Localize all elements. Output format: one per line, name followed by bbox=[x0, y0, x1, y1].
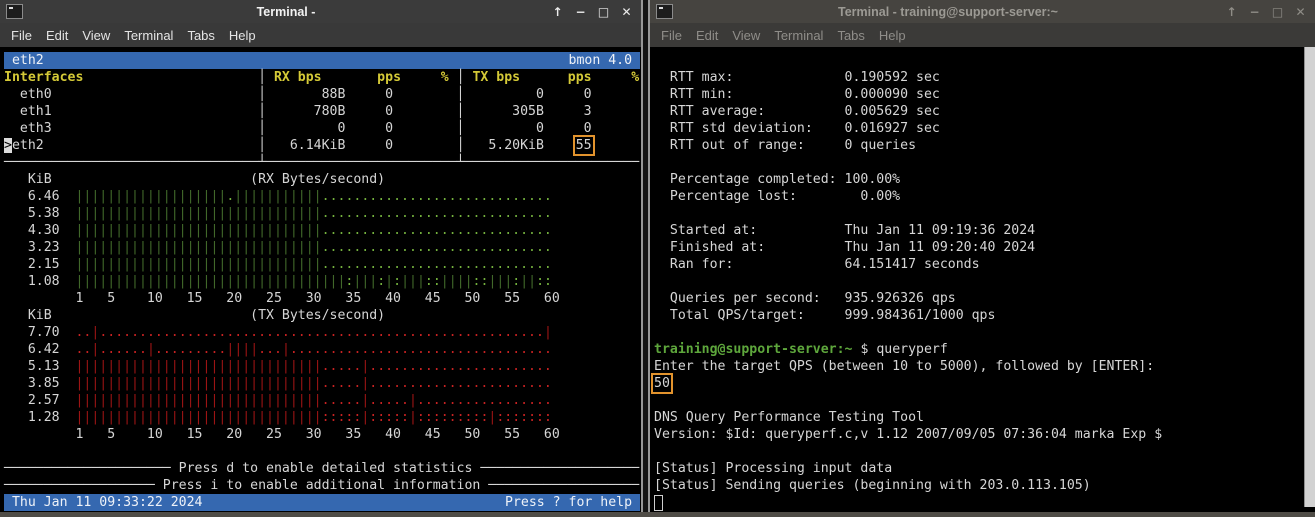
rtt-max: RTT max: 0.190592 sec bbox=[654, 69, 1315, 86]
tx-graph-title: KiB (TX Bytes/second) bbox=[4, 307, 641, 324]
started-at: Started at: Thu Jan 11 09:19:36 2024 bbox=[654, 222, 1315, 239]
blank bbox=[4, 443, 641, 460]
status-sending: [Status] Sending queries (beginning with… bbox=[654, 477, 1315, 494]
queries-per-second: Queries per second: 935.926326 qps bbox=[654, 290, 1315, 307]
bmon-title-bar: eth2bmon 4.0 bbox=[4, 52, 640, 69]
queryperf-output[interactable]: RTT max: 0.190592 sec RTT min: 0.000090 … bbox=[650, 47, 1315, 512]
menu-edit[interactable]: Edit bbox=[689, 28, 725, 43]
menu-help[interactable]: Help bbox=[222, 28, 263, 43]
terminal-icon bbox=[6, 4, 23, 19]
menu-terminal[interactable]: Terminal bbox=[117, 28, 180, 43]
menu-file[interactable]: File bbox=[4, 28, 39, 43]
right-menubar: File Edit View Terminal Tabs Help bbox=[650, 23, 1315, 47]
rx-row-6.46: 6.46 |||||||||||||||||||.|||||||||||....… bbox=[4, 188, 641, 205]
tx-row-1.28: 1.28 |||||||||||||||||||||||||||||||::::… bbox=[4, 409, 641, 426]
rx-row-4.30: 4.30 |||||||||||||||||||||||||||||||....… bbox=[4, 222, 641, 239]
rx-row-5.38: 5.38 |||||||||||||||||||||||||||||||....… bbox=[4, 205, 641, 222]
rx-row-2.15: 2.15 |||||||||||||||||||||||||||||||....… bbox=[4, 256, 641, 273]
right-terminal-window: Terminal - training@support-server:~ ↑ −… bbox=[648, 0, 1315, 512]
hint-additional-info: ─────────────────── Press i to enable ad… bbox=[4, 477, 641, 494]
blank bbox=[654, 324, 1315, 341]
finished-at: Finished at: Thu Jan 11 09:20:40 2024 bbox=[654, 239, 1315, 256]
total-qps-target: Total QPS/target: 999.984361/1000 qps bbox=[654, 307, 1315, 324]
rtt-average: RTT average: 0.005629 sec bbox=[654, 103, 1315, 120]
tx-row-7.70: 7.70 ..|................................… bbox=[4, 324, 641, 341]
window-controls: ↑ − □ ✕ bbox=[549, 5, 635, 19]
cursor-line bbox=[654, 494, 1315, 511]
window-controls: ↑ − □ ✕ bbox=[1223, 5, 1309, 19]
menu-terminal[interactable]: Terminal bbox=[767, 28, 830, 43]
close-button[interactable]: ✕ bbox=[618, 5, 635, 19]
minimize-button[interactable]: − bbox=[572, 5, 589, 19]
rtt-std-deviation: RTT std deviation: 0.016927 sec bbox=[654, 120, 1315, 137]
bmon-screen[interactable]: eth2bmon 4.0 Interfaces │ RX bps pps % │… bbox=[0, 47, 641, 512]
terminal-icon bbox=[656, 4, 673, 19]
minimize-button[interactable]: − bbox=[1246, 5, 1263, 19]
row-eth0: eth0 │ 88B 0 │ 0 0 bbox=[4, 86, 641, 103]
menu-file[interactable]: File bbox=[654, 28, 689, 43]
tool-title: DNS Query Performance Testing Tool bbox=[654, 409, 1315, 426]
tx-graph-xaxis: 1 5 10 15 20 25 30 35 40 45 50 55 60 bbox=[4, 426, 641, 443]
desktop: Terminal - ↑ − □ ✕ File Edit View Termin… bbox=[0, 0, 1315, 517]
rx-row-3.23: 3.23 |||||||||||||||||||||||||||||||....… bbox=[4, 239, 641, 256]
row-eth2-selected: >eth2 │ 6.14KiB 0 │ 5.20KiB 55 bbox=[4, 137, 641, 154]
menu-view[interactable]: View bbox=[75, 28, 117, 43]
close-button[interactable]: ✕ bbox=[1292, 5, 1309, 19]
rtt-min: RTT min: 0.000090 sec bbox=[654, 86, 1315, 103]
tx-row-3.85: 3.85 |||||||||||||||||||||||||||||||....… bbox=[4, 375, 641, 392]
menu-help[interactable]: Help bbox=[872, 28, 913, 43]
right-titlebar[interactable]: Terminal - training@support-server:~ ↑ −… bbox=[650, 0, 1315, 23]
left-terminal-window: Terminal - ↑ − □ ✕ File Edit View Termin… bbox=[0, 0, 643, 512]
scrollbar[interactable] bbox=[1304, 47, 1315, 507]
prompt-line: training@support-server:~ $ queryperf bbox=[654, 341, 1315, 358]
menu-tabs[interactable]: Tabs bbox=[180, 28, 221, 43]
shade-button[interactable]: ↑ bbox=[1223, 5, 1240, 19]
blank bbox=[654, 443, 1315, 460]
blank bbox=[654, 273, 1315, 290]
blank bbox=[654, 52, 1315, 69]
blank bbox=[654, 154, 1315, 171]
hint-detailed-stats: ───────────────────── Press d to enable … bbox=[4, 460, 641, 477]
blank bbox=[654, 205, 1315, 222]
rx-graph-title: KiB (RX Bytes/second) bbox=[4, 171, 641, 188]
window-title: Terminal - bbox=[23, 5, 549, 19]
qps-prompt: Enter the target QPS (between 10 to 5000… bbox=[654, 358, 1315, 375]
shade-button[interactable]: ↑ bbox=[549, 5, 566, 19]
window-title: Terminal - training@support-server:~ bbox=[673, 5, 1223, 19]
row-eth3: eth3 │ 0 0 │ 0 0 bbox=[4, 120, 641, 137]
menu-tabs[interactable]: Tabs bbox=[830, 28, 871, 43]
tool-version: Version: $Id: queryperf.c,v 1.12 2007/09… bbox=[654, 426, 1315, 443]
row-eth1: eth1 │ 780B 0 │ 305B 3 bbox=[4, 103, 641, 120]
percentage-lost: Percentage lost: 0.00% bbox=[654, 188, 1315, 205]
qps-input-value: 50 bbox=[654, 375, 1315, 392]
menu-view[interactable]: View bbox=[725, 28, 767, 43]
table-divider: ────────────────────────────────┴───────… bbox=[4, 154, 641, 171]
bottom-border bbox=[0, 512, 1315, 517]
tx-row-5.13: 5.13 |||||||||||||||||||||||||||||||....… bbox=[4, 358, 641, 375]
bmon-status-bar: Thu Jan 11 09:33:22 2024Press ? for help bbox=[4, 494, 640, 511]
tx-row-6.42: 6.42 ..|......|.........||||...|........… bbox=[4, 341, 641, 358]
blank bbox=[654, 392, 1315, 409]
left-titlebar[interactable]: Terminal - ↑ − □ ✕ bbox=[0, 0, 641, 23]
bmon-column-header: Interfaces │ RX bps pps % │ TX bps pps % bbox=[4, 69, 641, 86]
rx-graph-xaxis: 1 5 10 15 20 25 30 35 40 45 50 55 60 bbox=[4, 290, 641, 307]
percentage-completed: Percentage completed: 100.00% bbox=[654, 171, 1315, 188]
tx-row-2.57: 2.57 |||||||||||||||||||||||||||||||....… bbox=[4, 392, 641, 409]
menu-edit[interactable]: Edit bbox=[39, 28, 75, 43]
ran-for: Ran for: 64.151417 seconds bbox=[654, 256, 1315, 273]
rx-row-1.08: 1.08 ||||||||||||||||||||||||||||||||||:… bbox=[4, 273, 641, 290]
rtt-out-of-range: RTT out of range: 0 queries bbox=[654, 137, 1315, 154]
status-processing: [Status] Processing input data bbox=[654, 460, 1315, 477]
left-menubar: File Edit View Terminal Tabs Help bbox=[0, 23, 641, 47]
maximize-button[interactable]: □ bbox=[1269, 5, 1286, 19]
maximize-button[interactable]: □ bbox=[595, 5, 612, 19]
